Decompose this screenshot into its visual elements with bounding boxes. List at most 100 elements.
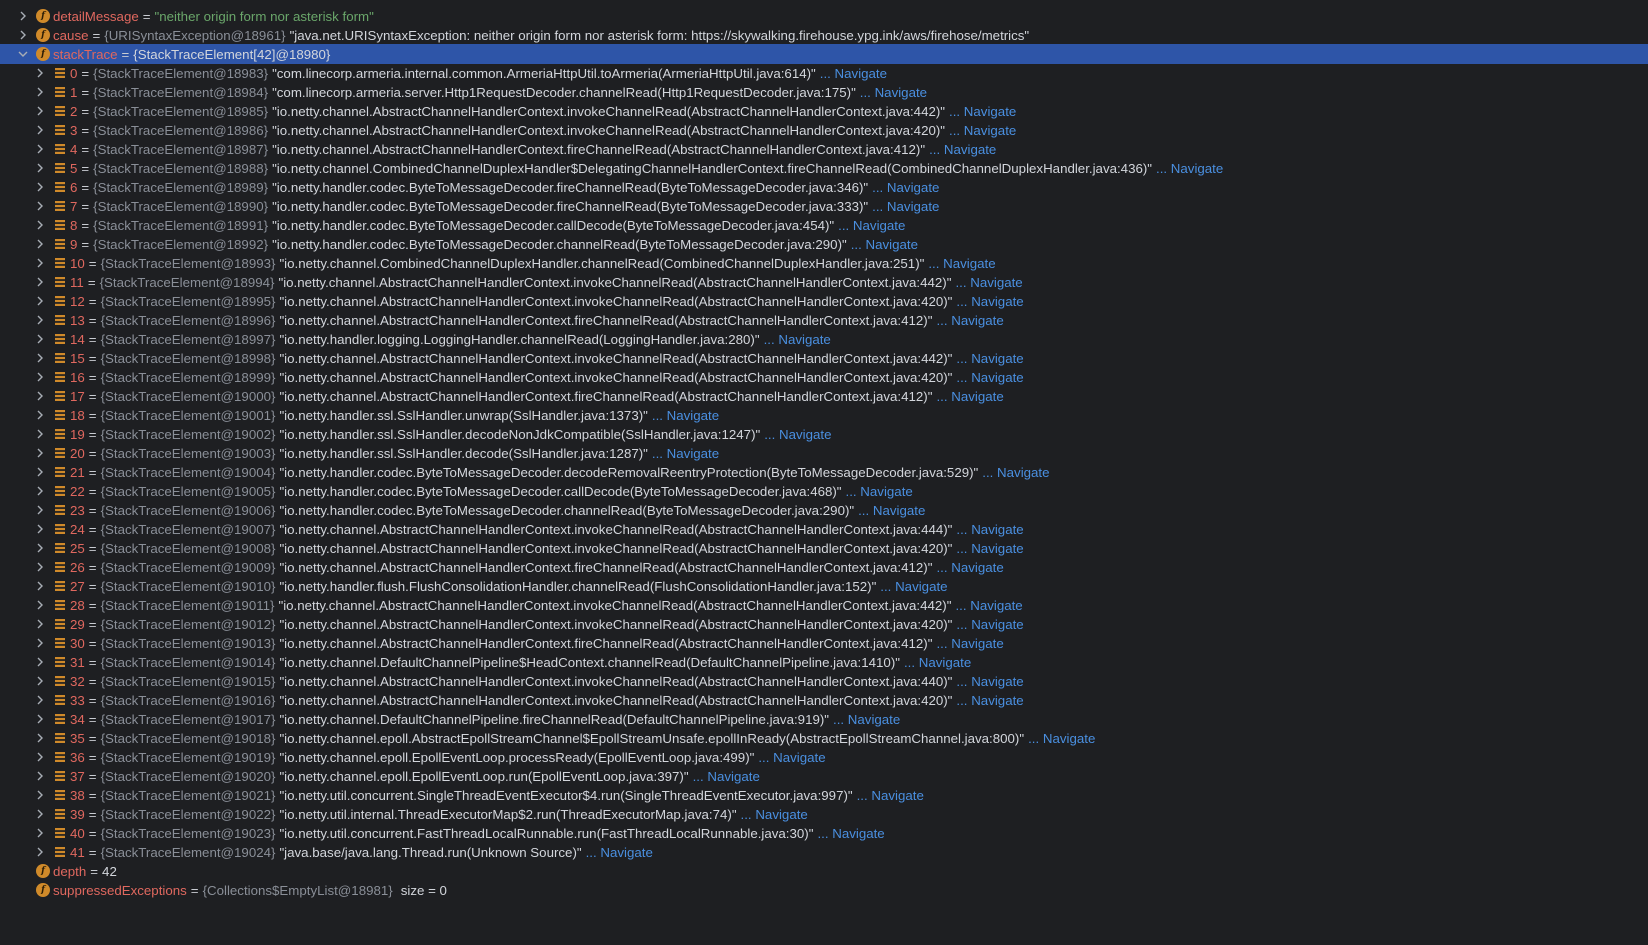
chevron-right-icon[interactable] xyxy=(34,295,46,307)
navigate-link[interactable]: ... Navigate xyxy=(817,826,884,841)
navigate-link[interactable]: ... Navigate xyxy=(880,579,947,594)
chevron-right-icon[interactable] xyxy=(34,428,46,440)
chevron-right-icon[interactable] xyxy=(34,846,46,858)
chevron-right-icon[interactable] xyxy=(34,276,46,288)
tree-row-depth[interactable] xyxy=(0,861,1648,881)
chevron-right-icon[interactable] xyxy=(34,181,46,193)
navigate-link[interactable]: ... Navigate xyxy=(758,750,825,765)
object-ref: {StackTraceElement@19005} xyxy=(100,483,276,499)
navigate-link[interactable]: ... Navigate xyxy=(956,541,1023,556)
navigate-link[interactable]: ... Navigate xyxy=(936,313,1003,328)
navigate-link[interactable]: ... Navigate xyxy=(936,636,1003,651)
chevron-right-icon[interactable] xyxy=(34,694,46,706)
chevron-right-icon[interactable] xyxy=(34,713,46,725)
chevron-right-icon[interactable] xyxy=(34,162,46,174)
chevron-right-icon[interactable] xyxy=(17,29,29,41)
chevron-right-icon[interactable] xyxy=(34,219,46,231)
object-ref: {StackTraceElement@19015} xyxy=(100,673,276,689)
navigate-link[interactable]: ... Navigate xyxy=(956,294,1023,309)
array-element-icon xyxy=(54,162,66,174)
navigate-link[interactable]: ... Navigate xyxy=(693,769,760,784)
chevron-right-icon[interactable] xyxy=(34,808,46,820)
navigate-link[interactable]: ... Navigate xyxy=(764,427,831,442)
array-element-icon xyxy=(54,523,66,535)
navigate-link[interactable]: ... Navigate xyxy=(652,408,719,423)
chevron-right-icon[interactable] xyxy=(17,10,29,22)
chevron-right-icon[interactable] xyxy=(34,751,46,763)
navigate-link[interactable]: ... Navigate xyxy=(872,199,939,214)
chevron-right-icon[interactable] xyxy=(34,86,46,98)
navigate-link[interactable]: ... Navigate xyxy=(586,845,653,860)
chevron-right-icon[interactable] xyxy=(34,770,46,782)
navigate-link[interactable]: ... Navigate xyxy=(936,560,1003,575)
navigate-link[interactable]: ... Navigate xyxy=(956,674,1023,689)
chevron-right-icon[interactable] xyxy=(34,485,46,497)
navigate-link[interactable]: ... Navigate xyxy=(949,123,1016,138)
equals-sign: = xyxy=(88,255,97,271)
chevron-right-icon[interactable] xyxy=(34,732,46,744)
navigate-link[interactable]: ... Navigate xyxy=(929,142,996,157)
chevron-right-icon[interactable] xyxy=(34,599,46,611)
chevron-right-icon[interactable] xyxy=(34,371,46,383)
navigate-link[interactable]: ... Navigate xyxy=(955,275,1022,290)
chevron-right-icon[interactable] xyxy=(34,124,46,136)
chevron-right-icon[interactable] xyxy=(34,561,46,573)
chevron-right-icon[interactable] xyxy=(34,409,46,421)
chevron-right-icon[interactable] xyxy=(34,789,46,801)
chevron-right-icon[interactable] xyxy=(34,352,46,364)
chevron-right-icon[interactable] xyxy=(34,447,46,459)
navigate-link[interactable]: ... Navigate xyxy=(1028,731,1095,746)
navigate-link[interactable]: ... Navigate xyxy=(982,465,1049,480)
chevron-right-icon[interactable] xyxy=(34,466,46,478)
chevron-right-icon[interactable] xyxy=(34,105,46,117)
chevron-right-icon[interactable] xyxy=(34,827,46,839)
chevron-right-icon[interactable] xyxy=(34,637,46,649)
navigate-link[interactable]: ... Navigate xyxy=(858,503,925,518)
navigate-link[interactable]: ... Navigate xyxy=(949,104,1016,119)
navigate-link[interactable]: ... Navigate xyxy=(928,256,995,271)
navigate-link[interactable]: ... Navigate xyxy=(1156,161,1223,176)
navigate-link[interactable]: ... Navigate xyxy=(904,655,971,670)
navigate-link[interactable]: ... Navigate xyxy=(956,370,1023,385)
navigate-link[interactable]: ... Navigate xyxy=(860,85,927,100)
array-element-icon xyxy=(54,675,66,687)
chevron-right-icon[interactable] xyxy=(34,238,46,250)
frame-string: "io.netty.util.internal.ThreadExecutorMa… xyxy=(279,806,737,822)
navigate-link[interactable]: ... Navigate xyxy=(956,693,1023,708)
navigate-link[interactable]: ... Navigate xyxy=(820,66,887,81)
navigate-link[interactable]: ... Navigate xyxy=(956,351,1023,366)
element-content: 11 = {StackTraceElement@18994} "io.netty.ch… xyxy=(70,272,1023,292)
navigate-link[interactable]: ... Navigate xyxy=(872,180,939,195)
navigate-link[interactable]: ... Navigate xyxy=(851,237,918,252)
navigate-link[interactable]: ... Navigate xyxy=(936,389,1003,404)
chevron-right-icon[interactable] xyxy=(34,257,46,269)
chevron-right-icon[interactable] xyxy=(34,67,46,79)
chevron-right-icon[interactable] xyxy=(34,580,46,592)
chevron-right-icon[interactable] xyxy=(34,542,46,554)
chevron-right-icon[interactable] xyxy=(34,390,46,402)
navigate-link[interactable]: ... Navigate xyxy=(955,598,1022,613)
navigate-link[interactable]: ... Navigate xyxy=(652,446,719,461)
navigate-link[interactable]: ... Navigate xyxy=(764,332,831,347)
navigate-link[interactable]: ... Navigate xyxy=(956,522,1023,537)
array-element-icon xyxy=(54,371,66,383)
chevron-right-icon[interactable] xyxy=(34,675,46,687)
chevron-right-icon[interactable] xyxy=(34,200,46,212)
frame-string: "io.netty.handler.codec.ByteToMessageDec… xyxy=(272,236,847,252)
navigate-link[interactable]: ... Navigate xyxy=(846,484,913,499)
chevron-right-icon[interactable] xyxy=(34,504,46,516)
chevron-right-icon[interactable] xyxy=(34,523,46,535)
navigate-link[interactable]: ... Navigate xyxy=(838,218,905,233)
object-ref: {StackTraceElement@19010} xyxy=(100,578,276,594)
chevron-right-icon[interactable] xyxy=(34,656,46,668)
chevron-right-icon[interactable] xyxy=(34,618,46,630)
chevron-right-icon[interactable] xyxy=(34,333,46,345)
chevron-right-icon[interactable] xyxy=(34,143,46,155)
navigate-link[interactable]: ... Navigate xyxy=(741,807,808,822)
navigate-link[interactable]: ... Navigate xyxy=(956,617,1023,632)
chevron-right-icon[interactable] xyxy=(34,314,46,326)
frame-string: "io.netty.channel.AbstractChannelHandler… xyxy=(279,559,933,575)
navigate-link[interactable]: ... Navigate xyxy=(857,788,924,803)
chevron-down-icon[interactable] xyxy=(17,48,29,60)
navigate-link[interactable]: ... Navigate xyxy=(833,712,900,727)
